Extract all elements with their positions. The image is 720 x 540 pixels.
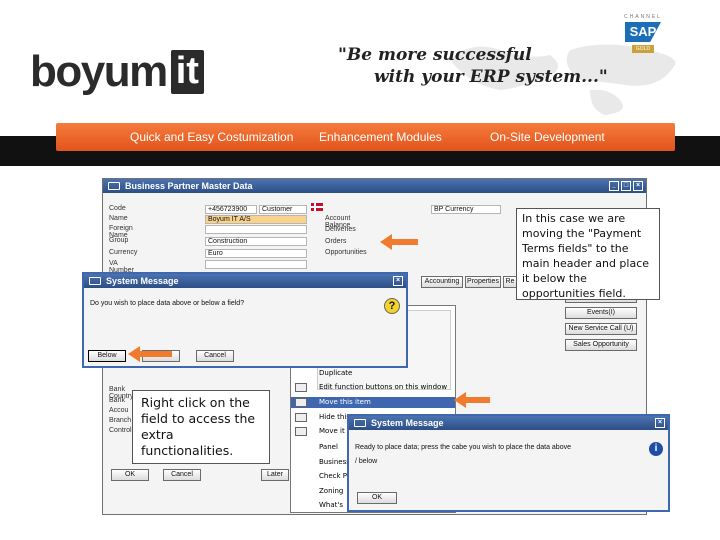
close-icon[interactable]: × (655, 418, 665, 428)
field-label-group: Group (109, 237, 129, 244)
move-icon (295, 398, 307, 407)
nav-bar: Quick and Easy Costumization Enhancement… (56, 123, 675, 151)
field-label-code: Code (109, 205, 126, 212)
move-item-icon (295, 427, 307, 436)
system-message-2-title: System Message (371, 418, 444, 428)
window-icon (108, 182, 120, 190)
va-number-input[interactable] (205, 260, 307, 269)
nav-item-customization[interactable]: Quick and Easy Costumization (130, 130, 293, 144)
danish-flag-icon (311, 203, 323, 211)
arrow-left-icon (380, 234, 418, 250)
new-service-call-button[interactable]: New Service Call (U) (565, 323, 637, 335)
cancel-button[interactable]: Cancel (163, 469, 201, 481)
label-orders: Orders (325, 238, 347, 245)
currency-select[interactable]: Euro (205, 249, 307, 258)
system-message-1-titlebar: System Message × (84, 274, 406, 288)
system-message-1-text: Do you wish to place data above or below… (90, 300, 245, 307)
menu-label-move-this-item: Move this item (319, 398, 371, 406)
question-icon: ? (384, 298, 400, 314)
nav-item-onsite-development[interactable]: On-Site Development (490, 130, 605, 144)
field-label-currency: Currency (109, 249, 138, 256)
label-bank: Bank (109, 397, 125, 404)
name-input[interactable]: Boyum IT A/S (205, 215, 307, 224)
cancel-button[interactable]: Cancel (196, 350, 234, 362)
code-input[interactable]: +456723900 (205, 205, 257, 214)
logo-text: boyum (30, 47, 168, 96)
foreign-name-input[interactable] (205, 225, 307, 234)
label-branch: Branch (109, 417, 132, 424)
events-button[interactable]: Events(I) (565, 307, 637, 319)
menu-item-edit-function-buttons[interactable]: Edit function buttons on this window (291, 382, 455, 393)
callout-move-payment-terms: In this case we are moving the "Payment … (516, 208, 660, 300)
system-message-2-text: Ready to place data; press the cabe you … (355, 444, 571, 451)
sap-channel-text: CHANNEL (624, 14, 662, 20)
window-icon (354, 419, 366, 427)
system-message-2: System Message × Ready to place data; pr… (347, 414, 670, 512)
slogan: "Be more successful with your ERP system… (338, 44, 608, 88)
menu-label-hide: Hide this (319, 413, 350, 421)
customer-type-select[interactable]: Customer (259, 205, 307, 214)
arrow-left-icon (454, 392, 490, 408)
window-icon (89, 277, 101, 285)
ok-button[interactable]: OK (111, 469, 149, 481)
sap-gold-text: GOLD (632, 45, 654, 53)
bp-currency-field[interactable]: BP Currency (431, 205, 501, 214)
maximize-icon[interactable]: □ (621, 181, 631, 191)
slogan-line-2: with your ERP system..." (374, 67, 608, 87)
label-opportunities: Opportunities (325, 249, 367, 256)
label-control: Control (109, 427, 132, 434)
menu-label-edit-function-buttons: Edit function buttons on this window (319, 383, 448, 391)
field-label-name: Name (109, 215, 128, 222)
close-icon[interactable]: × (393, 276, 403, 286)
callout-right-click: Right click on the field to access the e… (132, 390, 270, 464)
boyum-logo: boyum it (30, 48, 204, 96)
label-account: Accou (109, 407, 129, 414)
sap-gold-badge: CHANNEL SAP GOLD (620, 14, 666, 72)
label-deliveries: Deliveries (325, 226, 356, 233)
arrow-left-icon (128, 346, 172, 362)
nav-item-enhancement-modules[interactable]: Enhancement Modules (319, 130, 442, 144)
minimize-icon[interactable]: _ (609, 181, 619, 191)
system-message-2-titlebar: System Message × (349, 416, 668, 430)
menu-label-move-it: Move it (319, 427, 345, 435)
system-message-1-title: System Message (106, 276, 179, 286)
tab-remarks[interactable]: Re (503, 276, 517, 288)
below-button[interactable]: Below (88, 350, 126, 362)
edit-icon (295, 383, 307, 392)
sales-opportunity-button[interactable]: Sales Opportunity (565, 339, 637, 351)
info-icon: i (649, 442, 663, 456)
tab-properties[interactable]: Properties (465, 276, 501, 288)
later-button[interactable]: Later (261, 469, 289, 481)
slogan-line-1: "Be more successful (338, 45, 532, 65)
bp-window-title: Business Partner Master Data (125, 181, 253, 191)
system-message-2-subtext: / below (355, 458, 378, 465)
menu-item-move-this-item[interactable]: Move this item (291, 397, 455, 408)
bp-window-titlebar: Business Partner Master Data _ □ × (103, 179, 646, 193)
sap-logo: SAP (625, 22, 661, 42)
tab-accounting[interactable]: Accounting (421, 276, 463, 288)
ok-button[interactable]: OK (357, 492, 397, 504)
hide-icon (295, 413, 307, 422)
group-select[interactable]: Construction (205, 237, 307, 246)
logo-suffix: it (170, 50, 204, 94)
menu-item-duplicate[interactable]: Duplicate (291, 368, 455, 379)
close-icon[interactable]: × (633, 181, 643, 191)
